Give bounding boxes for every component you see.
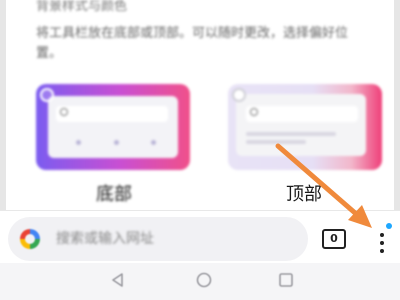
preview-line — [246, 132, 336, 136]
radio-bottom[interactable] — [40, 88, 54, 102]
radio-top[interactable] — [232, 88, 246, 102]
sheet-edge-right — [394, 0, 400, 210]
preview-search-bar — [246, 106, 358, 122]
option-label-top[interactable]: 顶部 — [286, 184, 322, 206]
toolbar-bottom-option[interactable] — [36, 84, 190, 170]
sheet-edge-left — [0, 0, 6, 210]
recents-square-icon[interactable] — [278, 272, 294, 288]
preview-line — [246, 140, 306, 144]
browser-bottom-toolbar: 搜索或输入网址 0 — [0, 211, 400, 263]
toolbar-position-sheet: 背景样式与颜色 将工具栏放在底部或顶部。可以随时更改，选择偏好位置。 底部 顶部 — [0, 0, 400, 210]
tab-counter-button[interactable]: 0 — [322, 229, 346, 249]
system-navigation-bar — [0, 263, 400, 300]
sheet-description: 将工具栏放在底部或顶部。可以随时更改，选择偏好位置。 — [36, 26, 349, 61]
address-bar[interactable]: 搜索或输入网址 — [8, 217, 308, 261]
search-icon — [250, 108, 258, 116]
notification-badge — [386, 223, 392, 229]
address-bar-placeholder: 搜索或输入网址 — [56, 231, 154, 247]
sheet-heading-partial: 背景样式与颜色 — [36, 0, 128, 14]
toolbar-top-option[interactable] — [228, 84, 382, 170]
search-icon — [60, 108, 68, 116]
option-label-bottom[interactable]: 底部 — [96, 184, 132, 206]
home-circle-icon[interactable] — [196, 272, 212, 288]
preview-frame — [236, 94, 366, 156]
back-triangle-icon[interactable] — [110, 272, 124, 288]
preview-toolbar-dots — [76, 140, 156, 148]
google-g-icon — [20, 229, 40, 249]
kebab-menu-icon[interactable] — [372, 223, 392, 257]
preview-search-bar — [56, 106, 168, 122]
